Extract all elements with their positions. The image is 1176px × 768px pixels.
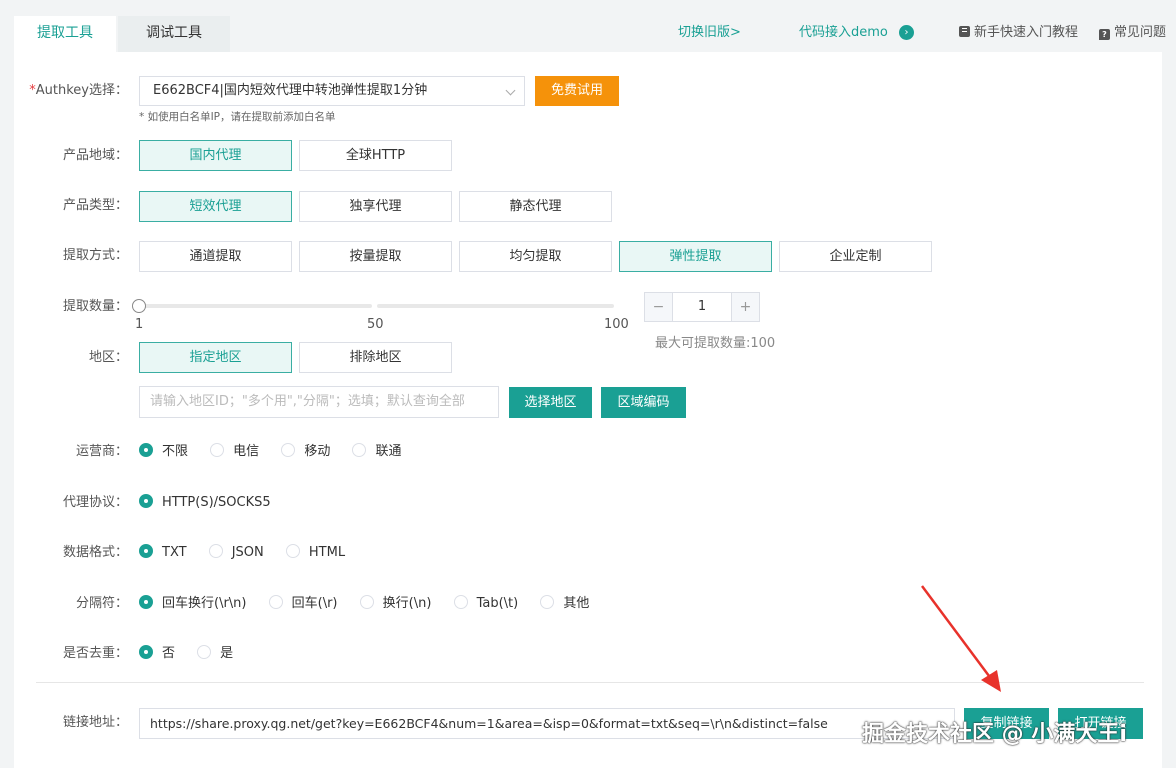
protocol-label: 代理协议： [62,495,128,510]
product-type-static[interactable]: 静态代理 [459,191,612,222]
quantity-slider-handle[interactable] [132,299,146,313]
area-code-button[interactable]: 区域编码 [601,387,686,418]
separator-radio-group: 回车换行(\r\n) 回车(\r) 换行(\n) Tab(\t) 其他 [139,594,607,614]
radio-icon [453,595,468,609]
separator-radio-lf[interactable]: 换行(\n) [359,594,431,614]
link-url-field[interactable]: https://share.proxy.qg.net/get?key=E662B… [139,708,955,739]
quantity-label: 提取数量： [62,299,128,314]
extract-mode-label: 提取方式： [62,248,128,263]
whitelist-hint: * 如使用白名单IP，请在提取前添加白名单 [139,111,336,123]
product-type-label: 产品类型： [62,198,128,213]
format-radio-json[interactable]: JSON [208,543,264,563]
decrement-button[interactable]: − [645,293,673,321]
chevron-down-icon [505,85,516,96]
area-label: 地区： [88,350,128,365]
format-radio-group: TXT JSON HTML [139,543,363,563]
radio-checked-icon [139,645,153,659]
free-trial-button[interactable]: 免费试用 [535,76,619,106]
radio-checked-icon [139,595,153,609]
isp-radio-group: 不限 电信 移动 联通 [139,442,419,462]
isp-label: 运营商： [75,444,128,459]
quantity-slider-track-right[interactable] [377,304,614,308]
chevron-right-icon[interactable]: › [899,25,914,40]
format-label: 数据格式： [62,545,128,560]
isp-radio-any[interactable]: 不限 [139,442,188,462]
dedupe-radio-no[interactable]: 否 [139,644,175,664]
radio-icon [197,645,212,659]
dedupe-radio-group: 否 是 [139,644,251,664]
tab-bar: 提取工具 调试工具 切换旧版> 代码接入demo › 新手快速入门教程 ? 常见问… [0,0,1176,52]
tutorial-link[interactable]: 新手快速入门教程 [959,24,1078,42]
extract-mode-channel[interactable]: 通道提取 [139,241,292,272]
isp-radio-mobile[interactable]: 移动 [281,442,330,462]
link-label: 链接地址： [62,715,128,730]
authkey-value: E662BCF4|国内短效代理中转池弹性提取1分钟 [153,83,428,98]
protocol-radio-http-socks5[interactable]: HTTP(S)/SOCKS5 [139,493,271,513]
watermark: 掘金技术社区 @ 小满大王i [862,722,1127,747]
radio-checked-icon [139,494,153,508]
radio-icon [359,595,374,609]
quantity-input[interactable]: 1 [673,293,731,321]
extract-mode-volume[interactable]: 按量提取 [299,241,452,272]
select-area-button[interactable]: 选择地区 [509,387,592,418]
region-label: 产品地域： [62,148,128,163]
separator-label: 分隔符： [75,596,128,611]
region-option-global[interactable]: 全球HTTP [299,140,452,171]
radio-icon [352,443,367,457]
radio-checked-icon [139,443,153,457]
separator-radio-other[interactable]: 其他 [540,594,589,614]
protocol-radio-group: HTTP(S)/SOCKS5 [139,493,289,513]
radio-icon [285,544,300,558]
format-radio-html[interactable]: HTML [285,543,345,563]
extract-mode-enterprise[interactable]: 企业定制 [779,241,932,272]
authkey-label: *Authkey选择： [29,83,128,98]
question-icon: ? [1099,29,1110,40]
tab-debug-tool[interactable]: 调试工具 [118,16,230,52]
radio-icon [281,443,296,457]
product-type-exclusive[interactable]: 独享代理 [299,191,452,222]
format-radio-txt[interactable]: TXT [139,543,187,563]
separator-radio-tab[interactable]: Tab(\t) [453,594,518,614]
max-quantity-note: 最大可提取数量:100 [655,336,776,351]
area-id-input[interactable]: 请输入地区ID；"多个用","分隔"；选填；默认查询全部 [139,386,499,418]
extract-mode-elastic[interactable]: 弹性提取 [619,241,772,272]
isp-radio-telecom[interactable]: 电信 [210,442,259,462]
region-option-domestic[interactable]: 国内代理 [139,140,292,171]
separator-radio-cr[interactable]: 回车(\r) [268,594,338,614]
isp-radio-unicom[interactable]: 联通 [352,442,401,462]
slider-tick-max: 100 [604,317,629,332]
radio-checked-icon [139,544,153,558]
book-icon [959,26,970,37]
code-demo-link[interactable]: 代码接入demo [799,24,888,42]
extract-mode-uniform[interactable]: 均匀提取 [459,241,612,272]
area-option-exclude[interactable]: 排除地区 [299,342,452,373]
switch-old-version-link[interactable]: 切换旧版> [678,24,741,42]
dedupe-label: 是否去重： [62,646,128,661]
faq-link[interactable]: ? 常见问题 [1099,24,1166,42]
radio-icon [208,544,223,558]
separator-radio-crlf[interactable]: 回车换行(\r\n) [139,594,247,614]
dedupe-radio-yes[interactable]: 是 [197,644,233,664]
tab-extract-tool[interactable]: 提取工具 [14,16,116,52]
increment-button[interactable]: + [731,293,759,321]
radio-icon [268,595,283,609]
quantity-stepper: − 1 + [644,292,760,322]
authkey-select[interactable]: E662BCF4|国内短效代理中转池弹性提取1分钟 [139,76,525,106]
product-type-short[interactable]: 短效代理 [139,191,292,222]
slider-tick-min: 1 [135,317,144,332]
area-option-specify[interactable]: 指定地区 [139,342,292,373]
radio-icon [210,443,225,457]
slider-tick-mid: 50 [367,317,384,332]
divider [36,682,1144,683]
radio-icon [540,595,555,609]
quantity-slider-track[interactable] [139,304,372,308]
